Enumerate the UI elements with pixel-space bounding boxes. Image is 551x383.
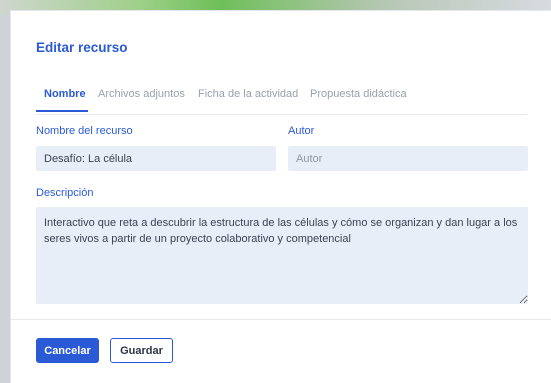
author-label: Autor	[288, 125, 315, 137]
tab-ficha-actividad[interactable]: Ficha de la actividad	[198, 88, 298, 100]
cancel-button[interactable]: Cancelar	[36, 338, 99, 363]
footer-divider	[11, 319, 551, 320]
description-label: Descripción	[36, 187, 94, 199]
tab-bar: Nombre Archivos adjuntos Ficha de la act…	[36, 88, 527, 115]
author-input[interactable]	[288, 146, 528, 171]
dialog-title: Editar recurso	[36, 40, 128, 55]
save-button[interactable]: Guardar	[110, 338, 173, 363]
tab-propuesta-didactica[interactable]: Propuesta didáctica	[310, 88, 407, 100]
resource-name-input[interactable]	[36, 146, 276, 171]
description-textarea[interactable]: Interactivo que reta a descubrir la estr…	[36, 207, 528, 304]
resource-name-label: Nombre del recurso	[36, 125, 133, 137]
active-tab-indicator	[36, 110, 88, 112]
tab-nombre[interactable]: Nombre	[44, 88, 86, 100]
edit-resource-dialog: Editar recurso Nombre Archivos adjuntos …	[10, 10, 551, 383]
tab-archivos-adjuntos[interactable]: Archivos adjuntos	[98, 88, 185, 100]
